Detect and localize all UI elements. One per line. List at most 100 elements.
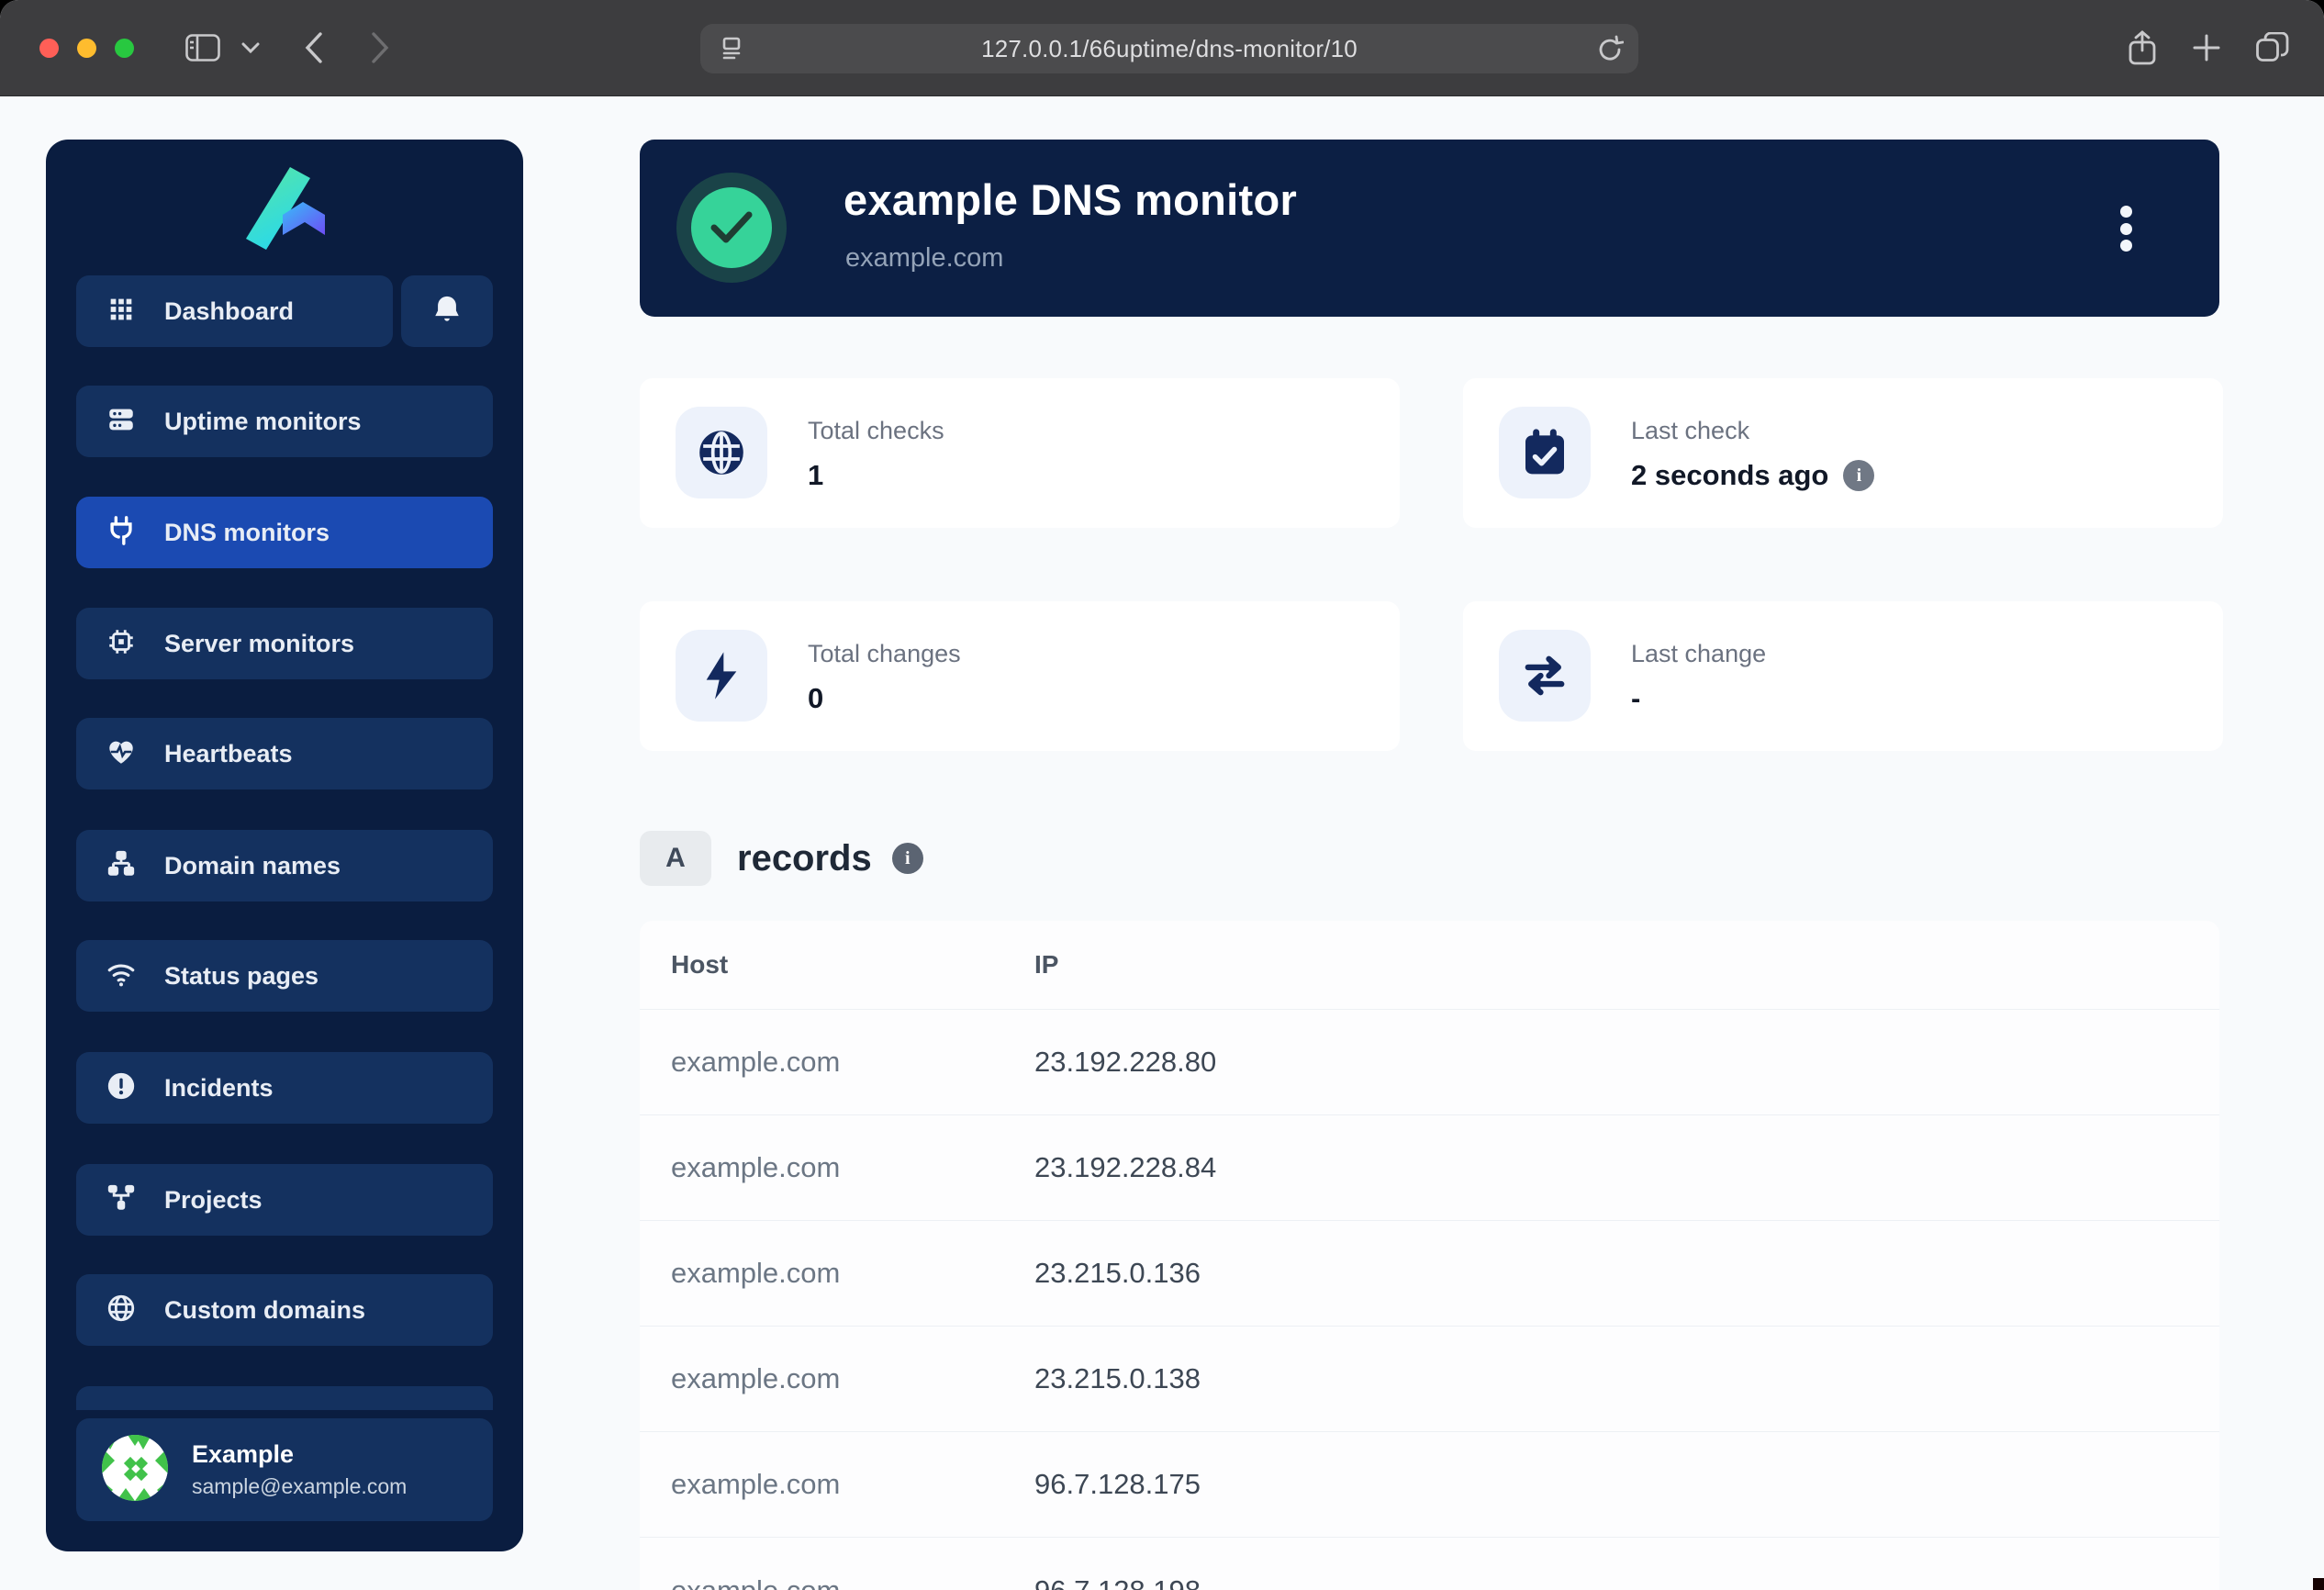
ip-cell: 23.215.0.136 (1034, 1257, 2219, 1290)
url-text: 127.0.0.1/66uptime/dns-monitor/10 (700, 35, 1638, 63)
sitemap-icon (106, 848, 137, 884)
stat-value: 0 (808, 682, 823, 715)
stat-value: 2 seconds ago (1631, 459, 1828, 492)
table-row: example.com 96.7.128.198 (640, 1538, 2219, 1590)
sidebar-item-label: Projects (164, 1186, 263, 1215)
share-icon[interactable] (2117, 24, 2168, 72)
stat-label: Total changes (808, 640, 961, 668)
chevron-down-icon[interactable] (234, 24, 267, 72)
minimize-window-button[interactable] (77, 39, 96, 58)
calendar-check-icon (1499, 407, 1591, 498)
ip-cell: 23.215.0.138 (1034, 1362, 2219, 1395)
bell-icon (431, 293, 463, 330)
kebab-menu-icon[interactable] (2106, 200, 2146, 257)
table-row: example.com 23.215.0.138 (640, 1327, 2219, 1432)
cpu-chip-icon (106, 626, 137, 662)
new-tab-icon[interactable] (2181, 24, 2232, 72)
bolt-icon (676, 630, 767, 722)
column-header-ip: IP (1034, 950, 2219, 980)
host-cell: example.com (640, 1151, 1034, 1184)
records-title: records (737, 838, 872, 879)
close-window-button[interactable] (39, 39, 59, 58)
stat-card-last-check: Last check 2 seconds ago i (1463, 378, 2223, 528)
stat-label: Last change (1631, 640, 1766, 668)
sidebar-item-label: Status pages (164, 962, 318, 991)
table-row: example.com 23.192.228.84 (640, 1115, 2219, 1221)
host-cell: example.com (640, 1574, 1034, 1590)
table-row: example.com 96.7.128.175 (640, 1432, 2219, 1538)
stat-card-total-changes: Total changes 0 (640, 601, 1400, 751)
sidebar-toggle-icon[interactable] (179, 24, 227, 72)
notifications-button[interactable] (401, 275, 493, 347)
user-account-card[interactable]: Example sample@example.com (76, 1418, 493, 1521)
sidebar-item-label: Domain names (164, 852, 341, 880)
66uptime-logo (46, 165, 523, 253)
table-row: example.com 23.192.228.80 (640, 1010, 2219, 1115)
user-name: Example (192, 1440, 407, 1469)
arrows-right-left-icon (1499, 630, 1591, 722)
sidebar-item-dns-monitors[interactable]: DNS monitors (76, 497, 493, 568)
sidebar-item-domain-names[interactable]: Domain names (76, 830, 493, 901)
browser-toolbar: 127.0.0.1/66uptime/dns-monitor/10 (0, 0, 2324, 96)
info-icon[interactable]: i (892, 843, 923, 874)
sidebar-item-projects[interactable]: Projects (76, 1164, 493, 1236)
sidebar-item-dashboard[interactable]: Dashboard (76, 275, 393, 347)
sidebar-item-label: Dashboard (164, 297, 294, 326)
grid-icon (106, 294, 137, 330)
host-cell: example.com (640, 1046, 1034, 1079)
ip-cell: 96.7.128.198 (1034, 1574, 2219, 1590)
stat-card-last-change: Last change - (1463, 601, 2223, 751)
sidebar: Dashboard Uptime monitors DNS monitors (46, 140, 523, 1551)
info-icon[interactable]: i (1843, 460, 1874, 491)
wifi-icon (106, 958, 137, 994)
stat-label: Total checks (808, 417, 944, 445)
monitor-header-card: example DNS monitor example.com (640, 140, 2219, 317)
globe-icon (676, 407, 767, 498)
ip-cell: 23.192.228.80 (1034, 1046, 2219, 1079)
sidebar-item-label: Incidents (164, 1074, 274, 1103)
forward-icon[interactable] (360, 24, 400, 72)
tab-overview-icon[interactable] (2247, 24, 2298, 72)
check-circle-icon (676, 173, 787, 283)
stat-value: 1 (808, 459, 823, 492)
browser-window: 127.0.0.1/66uptime/dns-monitor/10 (0, 0, 2324, 1590)
sidebar-item-label: DNS monitors (164, 519, 330, 547)
records-table: Host IP example.com 23.192.228.80 exampl… (640, 921, 2219, 1590)
zoom-window-button[interactable] (115, 39, 134, 58)
host-cell: example.com (640, 1362, 1034, 1395)
sidebar-item-uptime-monitors[interactable]: Uptime monitors (76, 386, 493, 457)
identicon-avatar (102, 1435, 168, 1506)
reader-icon[interactable] (717, 34, 746, 63)
sidebar-item-label: Custom domains (164, 1296, 365, 1325)
monitor-title: example DNS monitor (844, 174, 1297, 225)
back-icon[interactable] (294, 24, 334, 72)
network-nodes-icon (106, 1182, 137, 1218)
sidebar-item-label: Uptime monitors (164, 408, 362, 436)
globe-icon (106, 1293, 137, 1328)
ip-cell: 23.192.228.84 (1034, 1151, 2219, 1184)
server-stack-icon (106, 404, 137, 440)
address-bar[interactable]: 127.0.0.1/66uptime/dns-monitor/10 (700, 24, 1638, 73)
sidebar-item-heartbeats[interactable]: Heartbeats (76, 718, 493, 789)
records-section-header: A records i (640, 831, 923, 886)
host-cell: example.com (640, 1468, 1034, 1501)
user-email: sample@example.com (192, 1474, 407, 1499)
stat-card-total-checks: Total checks 1 (640, 378, 1400, 528)
sidebar-item-clipped[interactable] (76, 1386, 493, 1410)
reload-icon[interactable] (1596, 34, 1624, 63)
sidebar-item-server-monitors[interactable]: Server monitors (76, 608, 493, 679)
record-type-badge: A (640, 831, 711, 886)
sidebar-item-custom-domains[interactable]: Custom domains (76, 1274, 493, 1346)
sidebar-item-label: Heartbeats (164, 740, 293, 768)
sidebar-item-incidents[interactable]: Incidents (76, 1052, 493, 1124)
sidebar-item-status-pages[interactable]: Status pages (76, 940, 493, 1012)
table-header-row: Host IP (640, 921, 2219, 1010)
heart-pulse-icon (106, 736, 137, 772)
monitor-hostname: example.com (845, 243, 1003, 274)
table-row: example.com 23.215.0.136 (640, 1221, 2219, 1327)
main-content: example DNS monitor example.com Total ch… (640, 140, 2219, 317)
exclamation-circle-icon (106, 1070, 137, 1106)
stat-label: Last check (1631, 417, 1749, 445)
ip-cell: 96.7.128.175 (1034, 1468, 2219, 1501)
sidebar-item-label: Server monitors (164, 630, 354, 658)
